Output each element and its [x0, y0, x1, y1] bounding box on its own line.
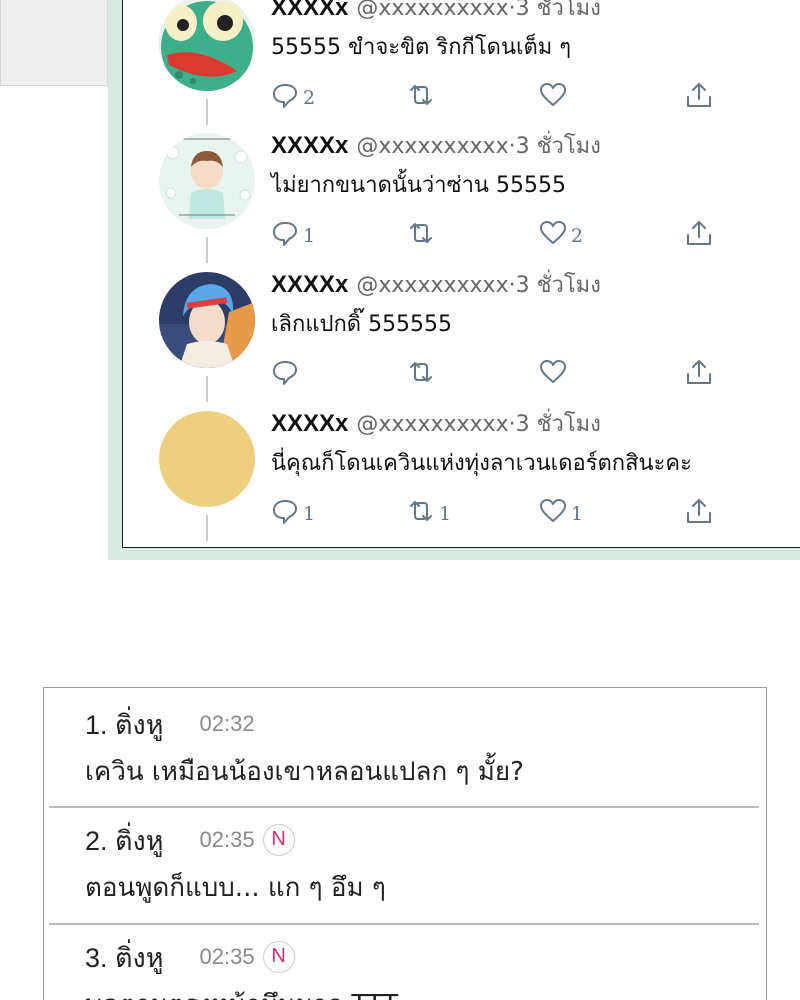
- like-button[interactable]: [539, 79, 571, 109]
- heart-icon: [540, 83, 566, 106]
- comment-time: 02:35: [199, 827, 255, 852]
- retweet-icon: [410, 223, 432, 243]
- blue-hair-avatar[interactable]: [159, 272, 255, 368]
- tweet-text: เลิกแปกดิ๊ 555555: [271, 312, 453, 337]
- comment-text: ตอนพูดก็แบบ... แก ๆ อึม ๆ: [85, 873, 386, 903]
- retweet-count: 1: [439, 503, 452, 525]
- tweet-thread-card: XXXXx @xxxxxxxxxx·3 ชั่วโมง 55555 ขำจะขิต…: [122, 0, 800, 548]
- share-icon: [687, 360, 711, 384]
- display-name[interactable]: XXXXx: [271, 0, 348, 21]
- tweet: XXXXx @xxxxxxxxxx·3 ชั่วโมง 55555 ขำจะขิต…: [123, 0, 800, 133]
- display-name[interactable]: XXXXx: [271, 271, 348, 298]
- like-count: 1: [571, 503, 584, 525]
- commenter-name: 1. ติ่งหู: [85, 709, 164, 740]
- thread-line: [206, 237, 208, 263]
- like-button[interactable]: 2: [539, 217, 583, 247]
- timestamp[interactable]: ·3 ชั่วโมง: [509, 134, 601, 159]
- tweet-text: นี่คุณก็โดนเควินแห่งทุ่งลาเวนเดอร์ตกสินะ…: [271, 451, 692, 476]
- heart-icon: [540, 360, 566, 383]
- commenter-name: 2. ติ่งหู: [85, 825, 164, 856]
- like-button[interactable]: 1: [539, 495, 583, 525]
- like-count: 2: [571, 225, 584, 247]
- thread-line: [206, 99, 208, 125]
- tweet: XXXXx @xxxxxxxxxx·3 ชั่วโมง ไม่ยากขนาดนั้…: [123, 132, 800, 271]
- comment-time: 02:35: [199, 944, 255, 969]
- heart-icon: [540, 221, 566, 244]
- reply-button[interactable]: [271, 356, 303, 386]
- display-name[interactable]: XXXXx: [271, 132, 348, 159]
- reply-count: 1: [303, 225, 316, 247]
- divider: [49, 806, 759, 808]
- thread-line: [206, 515, 208, 541]
- divider: [49, 923, 759, 925]
- retweet-icon: [410, 85, 432, 105]
- reply-button[interactable]: 1: [271, 217, 315, 247]
- tweet: XXXXx @xxxxxxxxxx·3 ชั่วโมง เลิกแปกดิ๊ 55…: [123, 271, 800, 410]
- reply-count: 2: [303, 87, 316, 109]
- handle[interactable]: @xxxxxxxxxx: [356, 0, 508, 21]
- boy-avatar[interactable]: [159, 133, 255, 229]
- reply-icon: [273, 222, 297, 246]
- reply-icon: [273, 361, 297, 385]
- tweet: XXXXx @xxxxxxxxxx·3 ชั่วโมง นี่คุณก็โดนเค…: [123, 410, 800, 549]
- retweet-button[interactable]: 1: [407, 495, 451, 525]
- share-icon: [687, 499, 711, 523]
- tweet-text: 55555 ขำจะขิต ริกกีโดนเต็ม ๆ: [271, 35, 572, 60]
- retweet-button[interactable]: [407, 217, 439, 247]
- plain-avatar[interactable]: [159, 411, 255, 507]
- timestamp[interactable]: ·3 ชั่วโมง: [509, 412, 601, 437]
- tweet-text: ไม่ยากขนาดนั้นว่าซ่าน 55555: [271, 173, 566, 198]
- reply-button[interactable]: 1: [271, 495, 315, 525]
- retweet-icon: [410, 362, 432, 382]
- display-name[interactable]: XXXXx: [271, 410, 348, 437]
- retweet-icon: [410, 501, 432, 521]
- handle[interactable]: @xxxxxxxxxx: [356, 412, 508, 437]
- reply-button[interactable]: 2: [271, 79, 315, 109]
- reply-icon: [273, 84, 297, 108]
- share-button[interactable]: [685, 79, 713, 109]
- timestamp[interactable]: ·3 ชั่วโมง: [509, 0, 601, 21]
- comment-list: 1. ติ่งหู 02:32 เควิน เหมือนน้องเขาหลอนแ…: [43, 687, 767, 1000]
- new-badge: N: [262, 941, 295, 973]
- share-button[interactable]: [685, 356, 713, 386]
- share-icon: [687, 83, 711, 107]
- comment-time: 02:32: [199, 711, 255, 736]
- share-button[interactable]: [685, 495, 713, 525]
- reply-count: 1: [303, 503, 316, 525]
- commenter-name: 3. ติ่งหู: [85, 942, 164, 973]
- handle[interactable]: @xxxxxxxxxx: [356, 273, 508, 298]
- heart-icon: [540, 499, 566, 522]
- reply-icon: [273, 500, 297, 524]
- like-button[interactable]: [539, 356, 571, 386]
- retweet-button[interactable]: [407, 356, 439, 386]
- share-icon: [687, 221, 711, 245]
- frog-avatar[interactable]: [159, 0, 255, 91]
- share-button[interactable]: [685, 217, 713, 247]
- timestamp[interactable]: ·3 ชั่วโมง: [509, 273, 601, 298]
- thread-line: [206, 376, 208, 402]
- handle[interactable]: @xxxxxxxxxx: [356, 134, 508, 159]
- side-panel: [0, 0, 108, 86]
- new-badge: N: [262, 824, 295, 856]
- comment-text: เควิน เหมือนน้องเขาหลอนแปลก ๆ มั้ย?: [85, 757, 524, 787]
- comment-text: พูดตามตรงหน้ามึนมาก TTT: [85, 987, 398, 1000]
- retweet-button[interactable]: [407, 79, 439, 109]
